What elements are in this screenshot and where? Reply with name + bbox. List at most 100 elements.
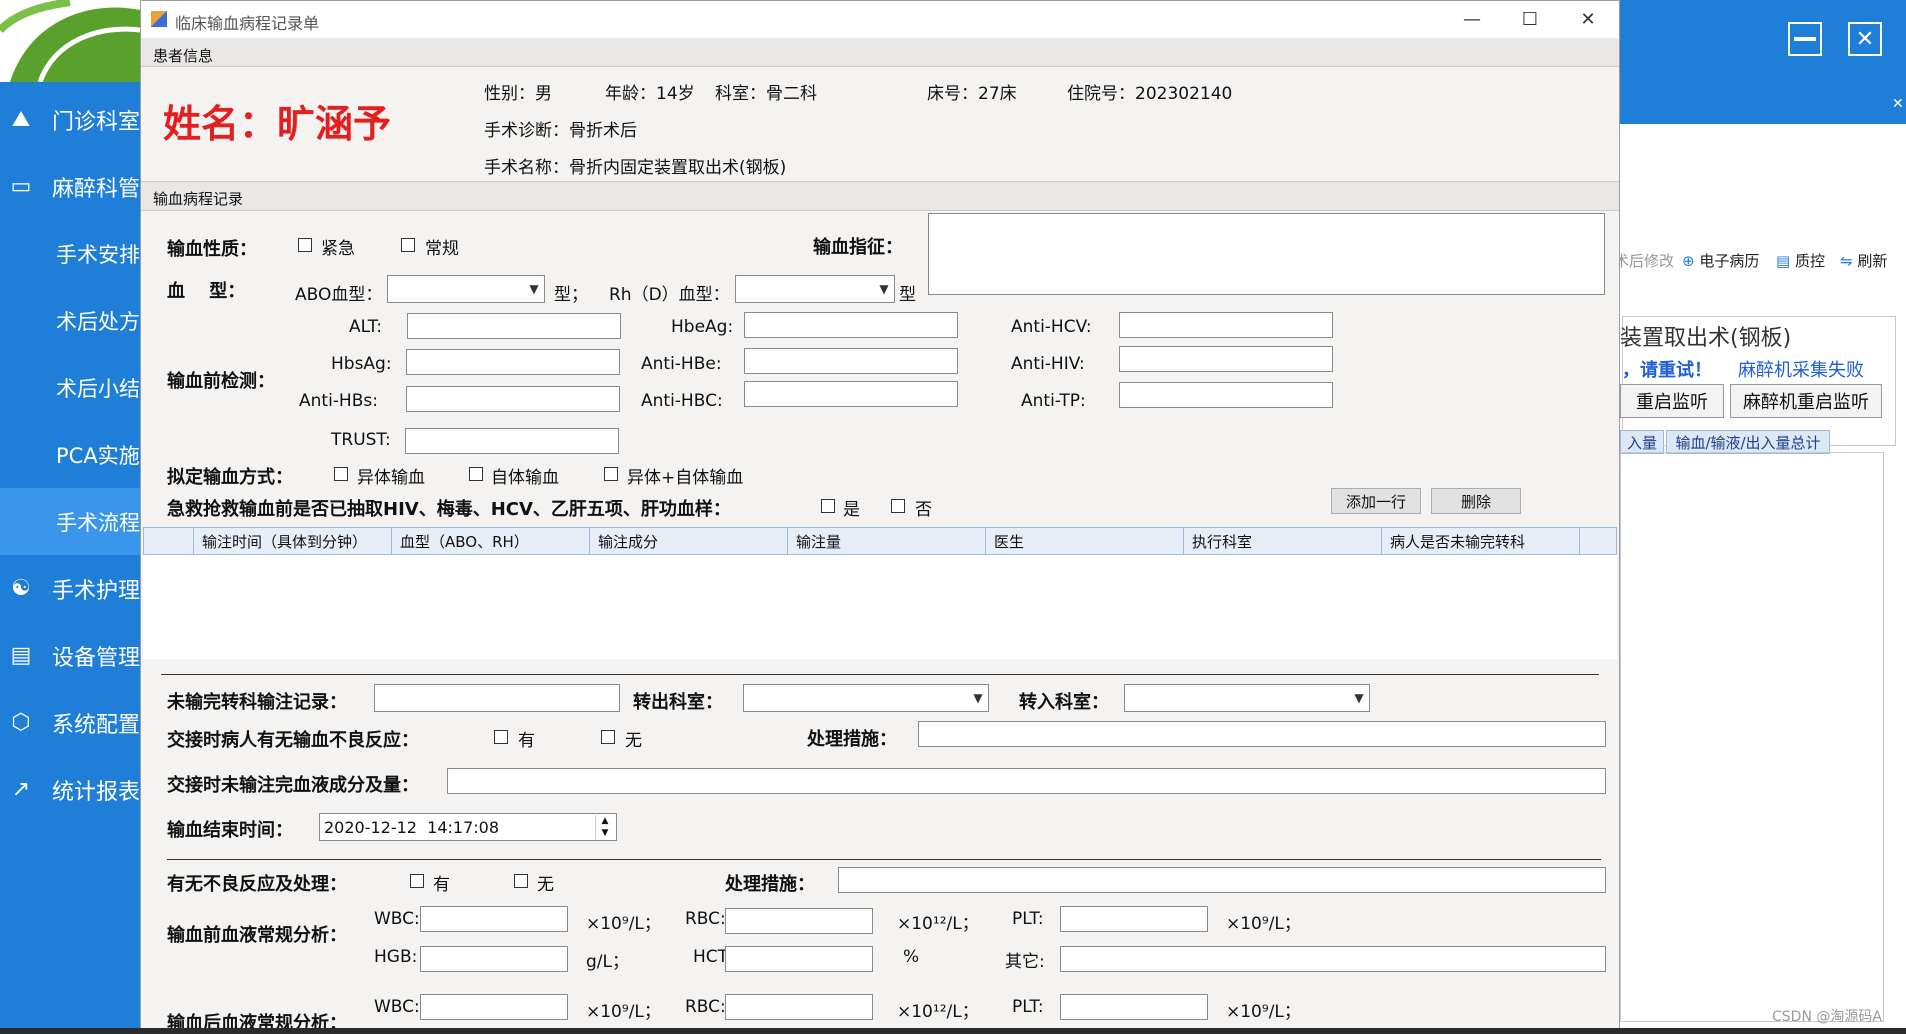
close-button[interactable]: ✕ <box>1559 1 1617 38</box>
delete-row-button[interactable]: 删除 <box>1431 488 1521 514</box>
hbsag-label: HbsAg: <box>331 354 392 374</box>
post-wbc-input[interactable] <box>420 994 568 1020</box>
sidebar-item-system-config[interactable]: ⬡ 系统配置 <box>0 689 140 756</box>
method-auto-label: 自体输血 <box>491 468 559 488</box>
method-allo-checkbox[interactable] <box>334 467 348 481</box>
abo-select[interactable]: ▼ <box>387 275 545 303</box>
sidebar-item-postop-summary[interactable]: 术后小结 <box>0 354 140 421</box>
tab-intake[interactable]: 入量 <box>1620 430 1664 454</box>
pre-hct-input[interactable] <box>725 946 873 972</box>
post-plt-input[interactable] <box>1060 994 1208 1020</box>
app-subheader-bar <box>1620 88 1906 124</box>
emergency-no-checkbox[interactable] <box>891 499 905 513</box>
close-icon: ✕ <box>1580 9 1596 30</box>
emergency-question: 急救抢救输血前是否已抽取HIV、梅毒、HCV、乙肝五项、肝功血样： <box>167 499 731 520</box>
hbeag-input[interactable] <box>744 312 958 338</box>
anti-hbs-input[interactable] <box>406 386 620 412</box>
grid-col-doctor[interactable]: 医生 <box>986 528 1184 554</box>
watermark: CSDN @淘源码A <box>1772 1009 1882 1025</box>
grid-col-blood-type[interactable]: 血型（ABO、RH） <box>392 528 590 554</box>
restart-anesthesia-monitor-button[interactable]: 麻醉机重启监听 <box>1730 384 1882 418</box>
sidebar-item-surgery-schedule[interactable]: 手术安排 <box>0 220 140 287</box>
anti-hcv-input[interactable] <box>1119 312 1333 338</box>
grid-col-volume[interactable]: 输注量 <box>788 528 986 554</box>
close-icon[interactable]: ✕ <box>1892 96 1904 112</box>
handover-measures-input[interactable] <box>918 721 1606 747</box>
network-icon: ☯ <box>11 576 31 601</box>
pre-rbc-unit: ×10¹²/L； <box>897 914 979 934</box>
maximize-button[interactable]: ☐ <box>1501 1 1559 38</box>
transfer-record-input[interactable] <box>374 684 620 712</box>
type-suffix-2: 型 <box>899 285 916 305</box>
grid-col-component[interactable]: 输注成分 <box>590 528 788 554</box>
pre-wbc-label: WBC: <box>374 909 420 929</box>
post-rbc-input[interactable] <box>725 994 873 1020</box>
grid-col-dept[interactable]: 执行科室 <box>1184 528 1382 554</box>
sidebar-item-reports[interactable]: ↗ 统计报表 <box>0 756 140 823</box>
handover-none-checkbox[interactable] <box>601 730 615 744</box>
cube-icon: ⬡ <box>11 710 31 735</box>
sidebar-item-nursing[interactable]: ☯ 手术护理 <box>0 555 140 622</box>
sidebar-item-postop-prescription[interactable]: 术后处方 <box>0 287 140 354</box>
handover-has-checkbox[interactable] <box>494 730 508 744</box>
transfusion-grid-body[interactable] <box>143 555 1617 659</box>
trust-input[interactable] <box>405 428 619 454</box>
pre-rbc-input[interactable] <box>725 908 873 934</box>
post-plt-label: PLT: <box>1012 997 1044 1017</box>
pre-wbc-input[interactable] <box>420 906 568 932</box>
sidebar-item-equipment[interactable]: ▤ 设备管理 <box>0 622 140 689</box>
normal-checkbox[interactable] <box>401 238 415 252</box>
pre-hgb-input[interactable] <box>420 946 568 972</box>
anti-hbs-label: Anti-HBs: <box>299 391 378 411</box>
after-edit-tool[interactable]: 术后修改 <box>1614 250 1674 271</box>
grid-col-transfer[interactable]: 病人是否未输完转科 <box>1382 528 1580 554</box>
sidebar-item-anesthesia[interactable]: ▭ 麻醉科管 <box>0 153 140 220</box>
qc-tool[interactable]: ▤ 质控 <box>1776 250 1825 271</box>
app-minimize-button[interactable] <box>1788 22 1822 56</box>
in-dept-select[interactable]: ▼ <box>1124 684 1370 712</box>
divider <box>161 674 1599 675</box>
monitor-icon: ▭ <box>10 174 32 199</box>
normal-label: 常规 <box>425 239 459 259</box>
method-auto-checkbox[interactable] <box>469 467 483 481</box>
add-row-button[interactable]: 添加一行 <box>1331 488 1421 514</box>
time-spinner[interactable]: ▲ ▼ <box>595 815 614 839</box>
close-icon: ✕ <box>1855 26 1875 52</box>
sidebar-item-outpatient[interactable]: ⛰ 门诊科室 <box>0 86 140 153</box>
adverse-none-checkbox[interactable] <box>514 874 528 888</box>
handover-reaction-label: 交接时病人有无输血不良反应： <box>167 730 419 751</box>
refresh-icon: ⇋ <box>1840 252 1853 270</box>
indication-textarea[interactable] <box>928 213 1605 295</box>
alt-input[interactable] <box>407 313 621 339</box>
end-time-picker[interactable]: 2020-12-12 14:17:08 <box>319 813 617 841</box>
adverse-measures-input[interactable] <box>838 867 1606 893</box>
emergency-yes-checkbox[interactable] <box>821 499 835 513</box>
sidebar-item-surgery-flow[interactable]: 手术流程 <box>0 488 140 555</box>
restart-monitor-button[interactable]: 重启监听 <box>1620 384 1724 418</box>
grid-col-time[interactable]: 输注时间（具体到分钟） <box>194 528 392 554</box>
anti-hbc-input[interactable] <box>744 381 958 407</box>
clipboard-icon: ▤ <box>1776 252 1791 270</box>
anti-hiv-input[interactable] <box>1119 346 1333 372</box>
method-both-checkbox[interactable] <box>604 467 618 481</box>
anti-tp-input[interactable] <box>1119 382 1333 408</box>
anti-hiv-label: Anti-HIV: <box>1011 354 1085 374</box>
minimize-button[interactable]: — <box>1443 1 1501 38</box>
rh-select[interactable]: ▼ <box>735 275 895 303</box>
handover-remaining-input[interactable] <box>447 768 1606 794</box>
type-suffix-1: 型； <box>554 285 588 305</box>
hbsag-input[interactable] <box>406 349 620 375</box>
sidebar-item-pca[interactable]: PCA实施 <box>0 421 140 488</box>
emr-tool[interactable]: ⊕ 电子病历 <box>1682 250 1759 271</box>
adverse-has-checkbox[interactable] <box>410 874 424 888</box>
pre-other-input[interactable] <box>1060 946 1606 972</box>
record-section-title: 输血病程记录 <box>153 190 244 208</box>
anti-hbe-input[interactable] <box>744 348 958 374</box>
tab-totals[interactable]: 输血/输液/出入量总计 <box>1666 430 1830 454</box>
out-dept-select[interactable]: ▼ <box>743 684 989 712</box>
adverse-none-label: 无 <box>537 875 554 895</box>
urgent-checkbox[interactable] <box>298 238 312 252</box>
refresh-tool[interactable]: ⇋ 刷新 <box>1840 250 1887 271</box>
pre-plt-input[interactable] <box>1060 906 1208 932</box>
app-close-button[interactable]: ✕ <box>1848 22 1882 56</box>
